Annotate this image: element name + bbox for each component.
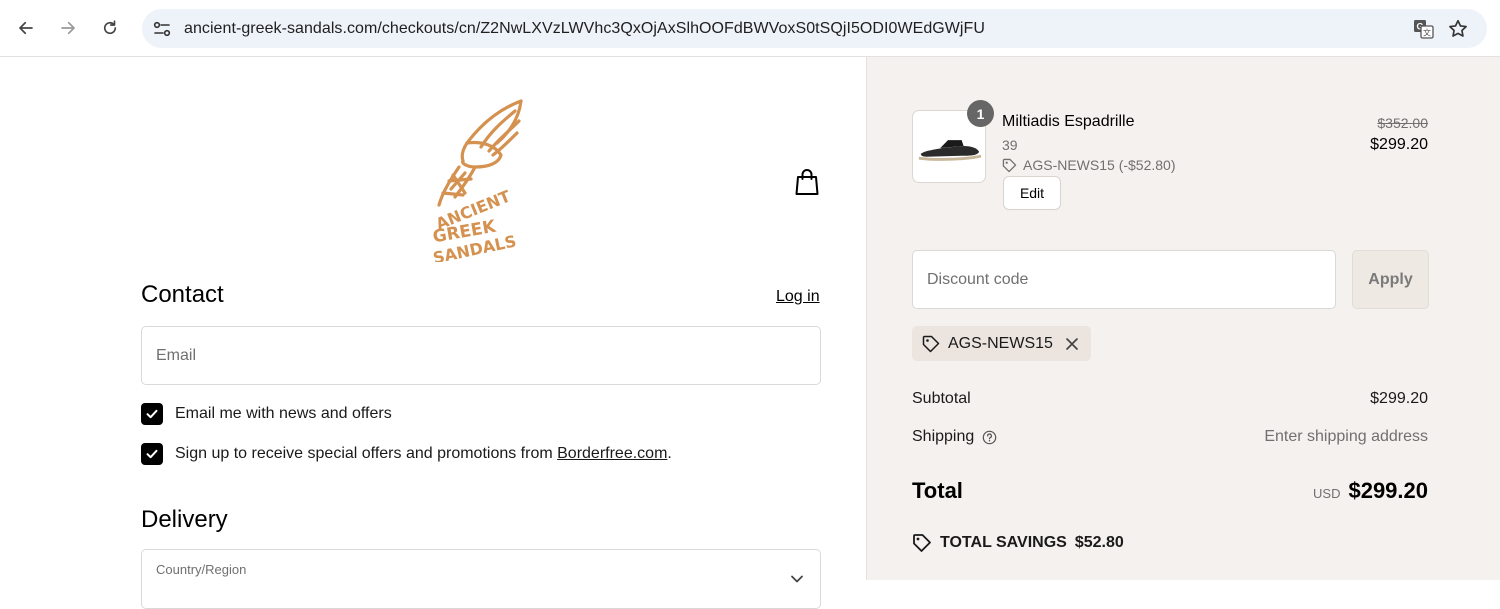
savings-label: TOTAL SAVINGS <box>940 534 1067 551</box>
remove-discount-icon[interactable] <box>1065 337 1079 351</box>
site-settings-icon[interactable] <box>152 19 172 39</box>
contact-heading: Contact <box>141 281 224 308</box>
product-name: Miltiadis Espadrille <box>1002 113 1135 130</box>
shopping-bag-icon[interactable] <box>793 167 821 197</box>
product-size: 39 <box>1002 137 1018 153</box>
product-discount: AGS-NEWS15 (-$52.80) <box>1002 157 1176 173</box>
discount-placeholder: Discount code <box>927 271 1029 288</box>
bookmark-star-icon[interactable] <box>1447 18 1469 40</box>
chevron-down-icon <box>791 575 803 583</box>
shipping-value: Enter shipping address <box>1264 428 1428 445</box>
arrow-left-icon <box>19 21 33 35</box>
checkmark-icon <box>146 409 158 419</box>
tag-icon <box>1002 158 1017 172</box>
translate-icon[interactable]: G 文 <box>1413 18 1435 40</box>
country-label: Country/Region <box>156 562 247 577</box>
shipping-label: Shipping <box>912 428 975 445</box>
subtotal-label: Subtotal <box>912 390 971 407</box>
promo-checkbox-label: Sign up to receive special offers and pr… <box>175 445 558 462</box>
order-summary: 1 Miltiadis Espadrille 39 AGS-NEWS15 (-$… <box>866 57 1500 580</box>
checkmark-icon <box>146 449 158 459</box>
total-label: Total <box>912 478 963 503</box>
delivery-heading: Delivery <box>141 506 228 533</box>
discount-code-input[interactable]: Discount code <box>912 250 1336 309</box>
total-savings: TOTAL SAVINGS $52.80 <box>912 533 1124 553</box>
tag-icon <box>922 335 940 352</box>
edit-item-button[interactable]: Edit <box>1003 176 1061 210</box>
total-value: $299.20 <box>1348 478 1428 503</box>
reload-button[interactable] <box>96 14 124 42</box>
product-discount-text: AGS-NEWS15 (-$52.80) <box>1023 157 1176 173</box>
promo-checkbox-row[interactable]: Sign up to receive special offers and pr… <box>141 443 672 465</box>
checkout-main: ANCIENT GREEK SANDALS Contact Log in Ema… <box>0 57 866 609</box>
shipping-label-row: Shipping <box>912 428 997 446</box>
email-placeholder: Email <box>156 347 197 364</box>
total-value-group: USD $299.20 <box>1313 478 1428 504</box>
apply-discount-button[interactable]: Apply <box>1352 250 1429 309</box>
applied-discount-chip: AGS-NEWS15 <box>912 326 1091 361</box>
browser-toolbar: ancient-greek-sandals.com/checkouts/cn/Z… <box>0 0 1500 57</box>
reload-icon <box>103 20 117 35</box>
savings-tag-icon <box>913 534 931 552</box>
forward-button[interactable] <box>54 14 82 42</box>
subtotal-value: $299.20 <box>1370 390 1428 407</box>
savings-value: $52.80 <box>1074 534 1124 551</box>
sale-price: $299.20 <box>1370 136 1428 153</box>
applied-code: AGS-NEWS15 <box>948 334 1053 352</box>
news-checkbox[interactable] <box>141 403 163 425</box>
quantity-badge: 1 <box>967 100 994 127</box>
arrow-right-icon <box>61 21 75 35</box>
news-checkbox-label: Email me with news and offers <box>175 405 392 422</box>
currency-code: USD <box>1313 486 1341 501</box>
news-checkbox-row[interactable]: Email me with news and offers <box>141 403 392 425</box>
brand-logo[interactable]: ANCIENT GREEK SANDALS <box>425 97 535 262</box>
svg-text:文: 文 <box>1423 28 1431 38</box>
address-bar[interactable]: ancient-greek-sandals.com/checkouts/cn/Z… <box>142 9 1487 48</box>
promo-label-suffix: . <box>667 445 672 462</box>
url-text[interactable]: ancient-greek-sandals.com/checkouts/cn/Z… <box>184 20 985 38</box>
country-select[interactable]: Country/Region <box>141 549 821 609</box>
email-field[interactable]: Email <box>141 326 821 385</box>
help-icon[interactable] <box>982 430 997 445</box>
login-link[interactable]: Log in <box>776 288 820 306</box>
back-button[interactable] <box>12 14 40 42</box>
borderfree-link[interactable]: Borderfree.com <box>557 445 667 463</box>
promo-checkbox[interactable] <box>141 443 163 465</box>
original-price: $352.00 <box>1377 115 1428 131</box>
